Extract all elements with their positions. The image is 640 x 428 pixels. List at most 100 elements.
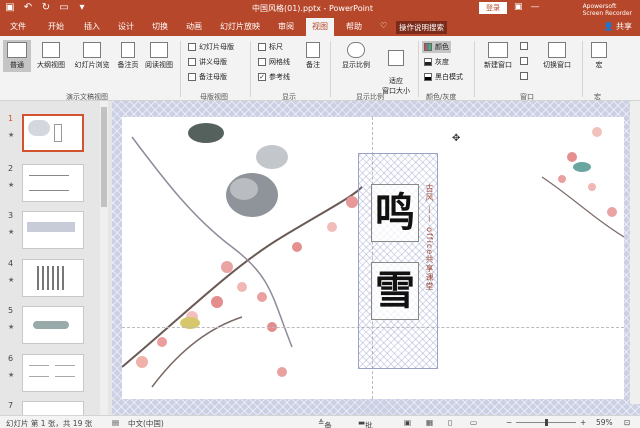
current-slide[interactable]: 鸣 雪 古风 —— office共享课堂 <box>122 117 624 399</box>
macro-button[interactable]: 宏 <box>588 42 610 70</box>
cascade-button[interactable] <box>520 57 528 65</box>
notes-page-label: 备注页 <box>117 61 139 69</box>
animation-star-icon: ★ <box>8 276 15 284</box>
tab-file[interactable]: 文件 <box>10 21 26 32</box>
tab-insert[interactable]: 插入 <box>84 21 100 32</box>
slideshow-status-icon[interactable]: ▭ <box>470 418 477 427</box>
tab-home[interactable]: 开始 <box>48 21 64 32</box>
handout-master-button[interactable]: 讲义母版 <box>188 57 227 67</box>
undo-icon[interactable]: ↶ <box>22 2 34 14</box>
guides-label: 参考线 <box>269 73 290 81</box>
animation-star-icon: ★ <box>8 131 15 139</box>
reading-view-status-icon[interactable]: ▯ <box>448 418 452 427</box>
comments-status-button[interactable]: ▬ 批注 <box>358 418 373 428</box>
normal-view-label: 普通 <box>10 61 24 69</box>
tell-me-search[interactable]: 操作说明搜索 <box>396 21 447 34</box>
arrange-all-button[interactable] <box>520 42 528 50</box>
switch-windows-button[interactable]: 切换窗口 <box>538 42 576 70</box>
thumb-number: 6 <box>8 354 14 363</box>
ribbon-tabs: 文件 开始 插入 设计 切换 动画 幻灯片放映 审阅 视图 帮助 ♡ 操作说明搜… <box>0 17 640 36</box>
language-status[interactable]: 中文(中国) <box>128 418 164 428</box>
slide-sorter-button[interactable]: 幻灯片浏览 <box>70 42 114 70</box>
slide-thumbnail-7[interactable] <box>22 401 84 415</box>
tab-design[interactable]: 设计 <box>118 21 134 32</box>
zoom-label: 显示比例 <box>342 61 370 69</box>
slide-thumbnail-6[interactable] <box>22 354 84 392</box>
redo-icon[interactable]: ↻ <box>40 2 52 14</box>
zoom-button[interactable]: 显示比例 <box>336 42 376 70</box>
ruler-check-icon <box>258 43 266 51</box>
notes-toggle-label: 备注 <box>306 61 320 69</box>
color-label: 颜色 <box>435 43 449 51</box>
spellcheck-icon[interactable]: ▤ <box>112 418 119 427</box>
thumb-number: 4 <box>8 259 14 268</box>
share-button[interactable]: 👤 共享 <box>603 21 632 32</box>
group-separator <box>330 41 331 97</box>
zoom-level[interactable]: 59% <box>596 418 613 427</box>
quick-access-toolbar: ▣ ↶ ↻ ▭ ▾ <box>4 2 88 14</box>
start-slideshow-icon[interactable]: ▭ <box>58 2 70 14</box>
save-icon[interactable]: ▣ <box>4 2 16 14</box>
reading-view-label: 阅读视图 <box>145 61 173 69</box>
editor-scrollbar[interactable] <box>630 101 640 404</box>
vertical-subtitle[interactable]: 古风 —— office共享课堂 <box>423 184 435 291</box>
zoom-out-button[interactable]: − <box>506 418 512 427</box>
tab-slideshow[interactable]: 幻灯片放映 <box>220 21 260 32</box>
slide-thumbnail-1[interactable] <box>22 114 84 152</box>
thumbnail-scroll-thumb[interactable] <box>101 107 107 207</box>
title-char-xue[interactable]: 雪 <box>371 262 419 320</box>
minimize-icon[interactable]: — <box>531 2 540 12</box>
title-bar: ▣ ↶ ↻ ▭ ▾ 中国风格(01).pptx - PowerPoint 登录 … <box>0 0 640 17</box>
status-bar: 幻灯片 第 1 张，共 19 张 ▤ 中文(中国) ≙ 备注 ▬ 批注 ▣ ▦ … <box>0 415 640 428</box>
comments-status-label: 批注 <box>365 421 373 428</box>
reading-view-button[interactable]: 阅读视图 <box>142 42 176 70</box>
customize-qat-icon[interactable]: ▾ <box>76 2 88 14</box>
slide-sorter-icon <box>83 42 101 58</box>
fit-slide-icon[interactable]: ⊡ <box>624 418 630 427</box>
notes-toggle-button[interactable]: 备注 <box>302 42 324 70</box>
thumbnail-scrollbar[interactable] <box>100 101 108 415</box>
thumb-number: 7 <box>8 401 14 410</box>
tab-animations[interactable]: 动画 <box>186 21 202 32</box>
fit-window-icon <box>388 50 404 66</box>
notes-master-icon <box>188 73 196 81</box>
slide-thumbnail-4[interactable] <box>22 259 84 297</box>
login-button[interactable]: 登录 <box>479 2 507 14</box>
group-separator <box>418 41 419 97</box>
tab-review[interactable]: 审阅 <box>278 21 294 32</box>
zoom-in-button[interactable]: + <box>580 418 586 427</box>
slide-sorter-status-icon[interactable]: ▦ <box>426 418 433 427</box>
notes-master-button[interactable]: 备注母版 <box>188 72 227 82</box>
title-char-ming[interactable]: 鸣 <box>371 184 419 242</box>
slide-thumbnail-3[interactable] <box>22 211 84 249</box>
move-split-button[interactable] <box>520 72 528 80</box>
new-window-button[interactable]: 新建窗口 <box>480 42 516 70</box>
color-button[interactable]: 颜色 <box>422 41 451 53</box>
ruler-checkbox[interactable]: 标尺 <box>258 42 283 52</box>
normal-view-status-icon[interactable]: ▣ <box>404 418 411 427</box>
tab-view[interactable]: 视图 <box>306 18 334 36</box>
normal-view-button[interactable]: 普通 <box>3 40 31 72</box>
gridlines-checkbox[interactable]: 网格线 <box>258 57 290 67</box>
slide-thumbnail-pane: 1 ★ 2 ★ 3 ★ 4 ★ 5 ★ 6 ★ 7 <box>0 101 112 415</box>
slide-master-button[interactable]: 幻灯片母版 <box>188 42 234 52</box>
tab-transitions[interactable]: 切换 <box>152 21 168 32</box>
gridlines-check-icon <box>258 58 266 66</box>
black-white-button[interactable]: 黑白模式 <box>424 72 463 82</box>
fit-to-window-button[interactable]: 适应 窗口大小 <box>378 42 414 96</box>
slide-thumbnail-2[interactable] <box>22 164 84 202</box>
group-separator <box>180 41 181 97</box>
grayscale-button[interactable]: 灰度 <box>424 57 449 67</box>
move-split-icon <box>520 72 528 80</box>
tab-help[interactable]: 帮助 <box>346 21 362 32</box>
notes-status-button[interactable]: ≙ 备注 <box>318 418 332 428</box>
notes-icon <box>306 42 320 58</box>
notes-status-label: 备注 <box>324 421 332 428</box>
ribbon-display-icon[interactable]: ▣ <box>514 2 523 12</box>
guides-checkbox[interactable]: 参考线 <box>258 72 290 82</box>
title-textbox[interactable]: 鸣 雪 古风 —— office共享课堂 <box>358 153 438 369</box>
zoom-slider-knob[interactable] <box>545 419 548 426</box>
outline-view-button[interactable]: 大纲视图 <box>33 42 69 70</box>
slide-thumbnail-5[interactable] <box>22 306 84 344</box>
notes-page-button[interactable]: 备注页 <box>114 42 142 70</box>
